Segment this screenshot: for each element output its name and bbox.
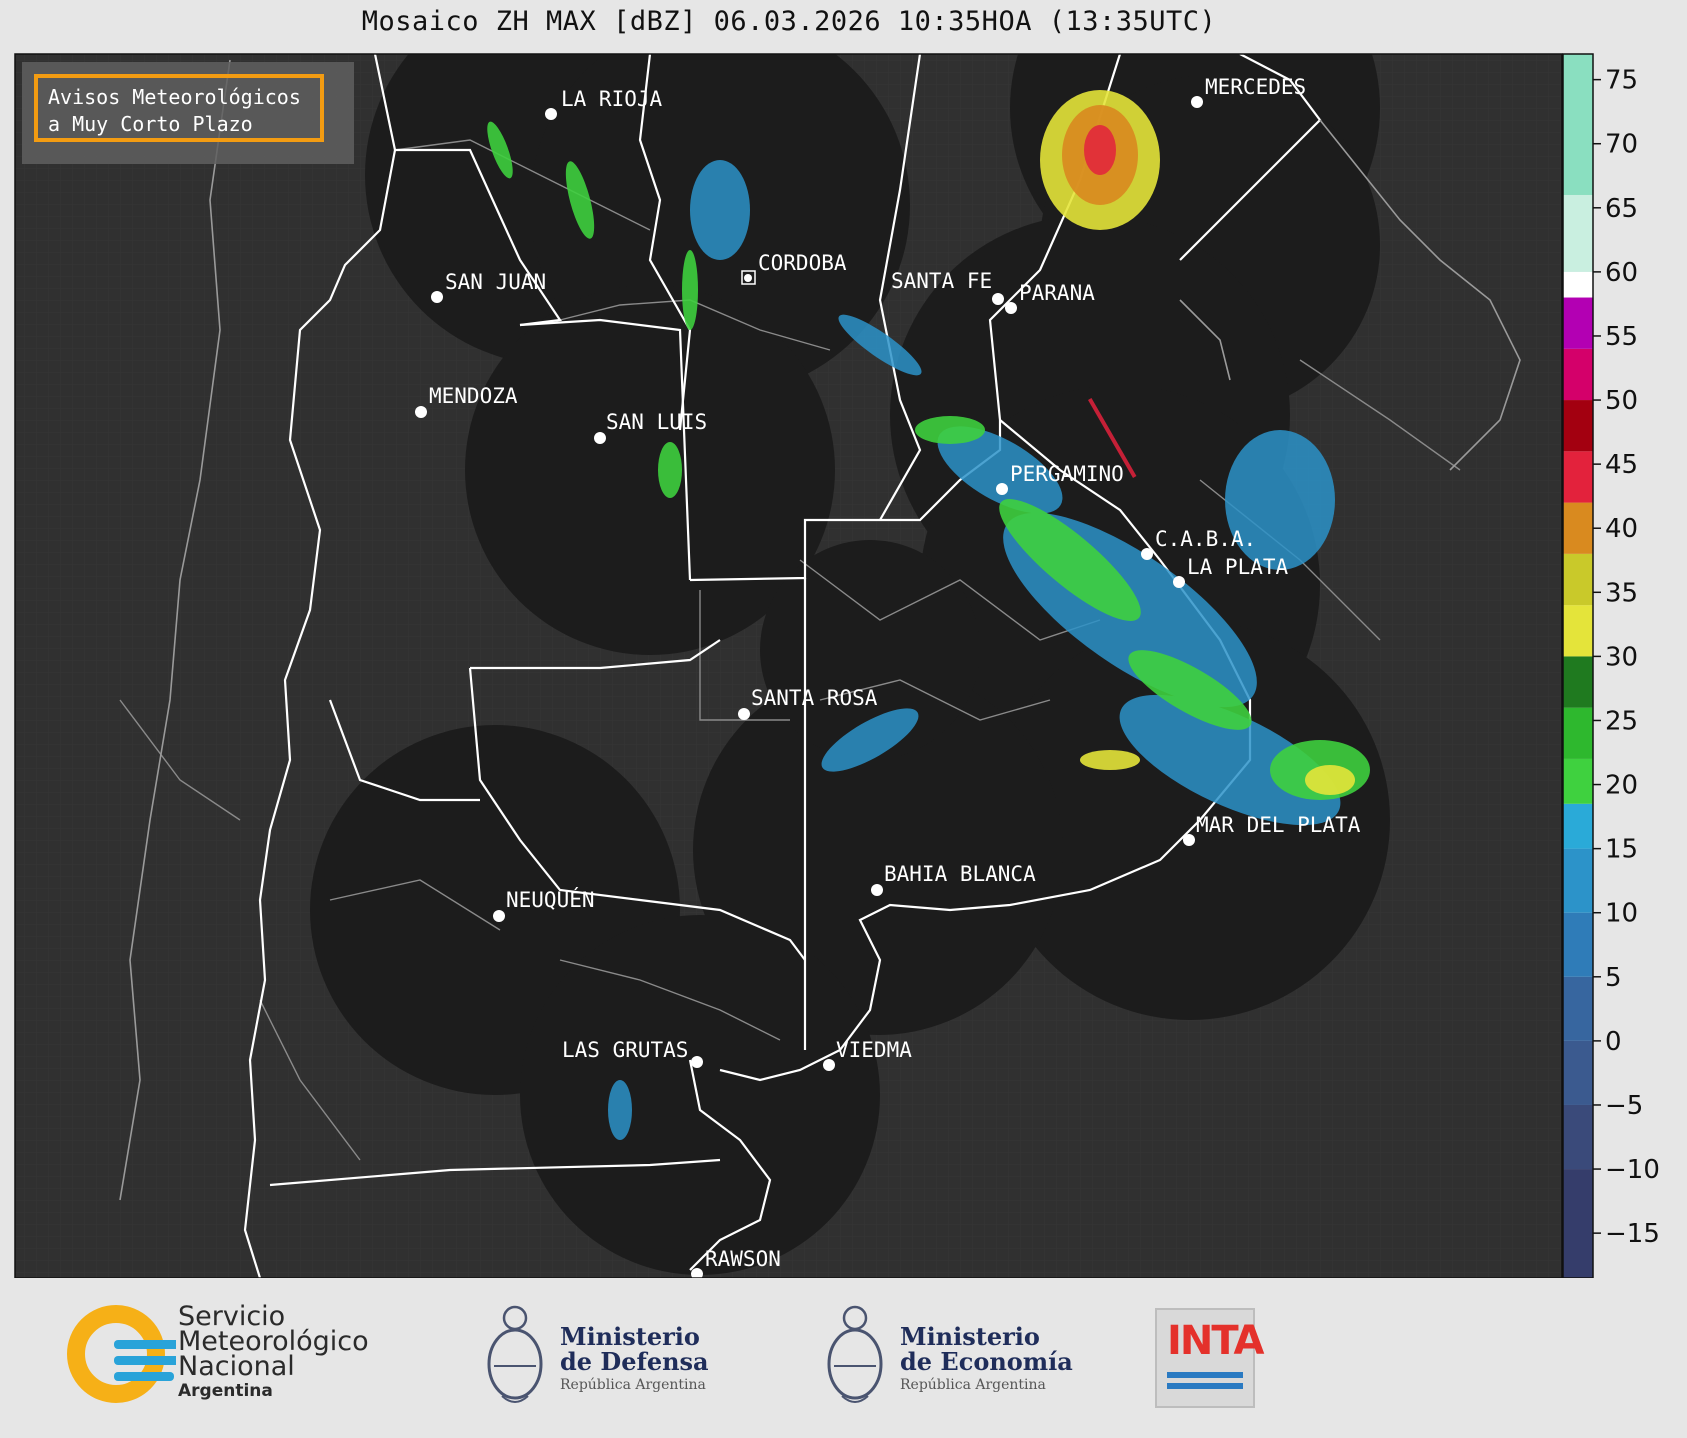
svg-text:LAS GRUTAS: LAS GRUTAS (562, 1038, 688, 1062)
colorbar-band-5 (1563, 848, 1593, 913)
colorbar-tick-label: 30 (1605, 642, 1638, 672)
smn-logo: Servicio Meteorológico Nacional Argentin… (66, 1278, 396, 1428)
ministerio-defensa-logo: Ministerio de Defensa República Argentin… (480, 1278, 780, 1428)
colorbar-band-7 (1563, 758, 1593, 804)
svg-text:LA PLATA: LA PLATA (1187, 555, 1289, 579)
logo-footer: Servicio Meteorológico Nacional Argentin… (0, 1278, 1687, 1438)
svg-text:C.A.B.A.: C.A.B.A. (1155, 527, 1256, 551)
svg-text:MAR DEL PLATA: MAR DEL PLATA (1196, 813, 1361, 837)
colorbar-tick-label: 5 (1605, 963, 1622, 993)
svg-text:PARANA: PARANA (1019, 281, 1095, 305)
colorbar-band-12 (1563, 502, 1593, 554)
svg-text:CORDOBA: CORDOBA (758, 251, 847, 275)
colorbar-tick-label: 20 (1605, 771, 1638, 801)
colorbar-tick-label: 35 (1605, 578, 1638, 608)
colorbar-tick-label: 55 (1605, 322, 1638, 352)
colorbar-tick-label: 45 (1605, 450, 1638, 480)
colorbar-band-16 (1563, 297, 1593, 349)
coat-of-arms-icon (487, 1305, 543, 1403)
colorbar-tick-label: 50 (1605, 386, 1638, 416)
svg-text:BAHIA BLANCA: BAHIA BLANCA (884, 862, 1036, 886)
colorbar-band-18 (1563, 194, 1593, 272)
colorbar-band-17 (1563, 271, 1593, 298)
colorbar-band-0 (1563, 1169, 1593, 1278)
svg-text:MERCEDES: MERCEDES (1205, 75, 1306, 99)
svg-text:PERGAMINO: PERGAMINO (1010, 462, 1124, 486)
colorbar-band-6 (1563, 803, 1593, 849)
svg-text:SANTA FE: SANTA FE (891, 269, 992, 293)
radar-mosaic-page: Mosaico ZH MAX [dBZ] 06.03.2026 10:35HOA… (0, 0, 1687, 1438)
smn-line-3: Nacional (178, 1351, 295, 1382)
svg-text:SAN LUIS: SAN LUIS (606, 410, 707, 434)
colorbar-tick-label: 0 (1605, 1027, 1622, 1057)
svg-text:NEUQUÉN: NEUQUÉN (506, 887, 595, 912)
badge-line-1: Avisos Meteorológicos (48, 85, 301, 109)
ministerio-economia-logo: Ministerio de Economía República Argenti… (820, 1278, 1120, 1428)
colorbar-band-1 (1563, 1104, 1593, 1170)
colorbar-band-3 (1563, 976, 1593, 1041)
coat-of-arms-icon (827, 1305, 883, 1403)
colorbar: 757065605550454035302520151050−5−10−15 (1562, 53, 1660, 1278)
colorbar-tick-label: 65 (1605, 194, 1638, 224)
inta-wordmark: INTA (1167, 1318, 1264, 1364)
colorbar-tick-label: 70 (1605, 130, 1638, 160)
svg-text:SAN JUAN: SAN JUAN (445, 270, 546, 294)
svg-text:VIEDMA: VIEDMA (836, 1038, 912, 1062)
colorbar-tick-label: 15 (1605, 835, 1638, 865)
svg-text:MENDOZA: MENDOZA (429, 384, 518, 408)
colorbar-tick-label: 25 (1605, 706, 1638, 736)
warning-badge[interactable]: Avisos Meteorológicos a Muy Corto Plazo (22, 62, 354, 164)
colorbar-band-4 (1563, 912, 1593, 977)
colorbar-bands (1563, 54, 1593, 1278)
colorbar-band-15 (1563, 348, 1593, 401)
colorbar-tick-label: −15 (1605, 1219, 1660, 1249)
radar-map: LA RIOJA MERCEDES SAN JUAN CORDOBA SANTA… (14, 53, 1660, 1278)
colorbar-band-9 (1563, 656, 1593, 708)
smn-country: Argentina (178, 1381, 273, 1401)
colorbar-band-13 (1563, 451, 1593, 503)
economia-country: República Argentina (900, 1377, 1046, 1393)
colorbar-band-2 (1563, 1040, 1593, 1105)
map-area: LA RIOJA MERCEDES SAN JUAN CORDOBA SANTA… (15, 54, 1562, 1278)
badge-line-2: a Muy Corto Plazo (48, 112, 253, 136)
defensa-line-1: Ministerio (560, 1322, 700, 1351)
svg-text:SANTA ROSA: SANTA ROSA (751, 686, 878, 710)
colorbar-tick-label: 40 (1605, 514, 1638, 544)
colorbar-tick-label: −10 (1605, 1155, 1660, 1185)
defensa-line-2: de Defensa (560, 1347, 709, 1376)
inta-logo: INTA (1155, 1308, 1264, 1408)
colorbar-tick-label: −5 (1605, 1091, 1643, 1121)
colorbar-band-19 (1563, 54, 1593, 195)
smn-emblem-icon (67, 1305, 176, 1403)
colorbar-band-11 (1563, 553, 1593, 606)
defensa-country: República Argentina (560, 1377, 706, 1393)
colorbar-band-10 (1563, 605, 1593, 657)
warning-badge-frame: Avisos Meteorológicos a Muy Corto Plazo (34, 74, 324, 142)
colorbar-tick-label: 60 (1605, 258, 1638, 288)
svg-text:LA RIOJA: LA RIOJA (561, 87, 663, 111)
economia-line-2: de Economía (900, 1347, 1073, 1376)
colorbar-band-14 (1563, 400, 1593, 452)
colorbar-ticks: 757065605550454035302520151050−5−10−15 (1593, 66, 1660, 1249)
svg-text:RAWSON: RAWSON (705, 1247, 781, 1271)
colorbar-band-8 (1563, 707, 1593, 759)
colorbar-tick-label: 10 (1605, 899, 1638, 929)
colorbar-tick-label: 75 (1605, 66, 1638, 96)
economia-line-1: Ministerio (900, 1322, 1040, 1351)
